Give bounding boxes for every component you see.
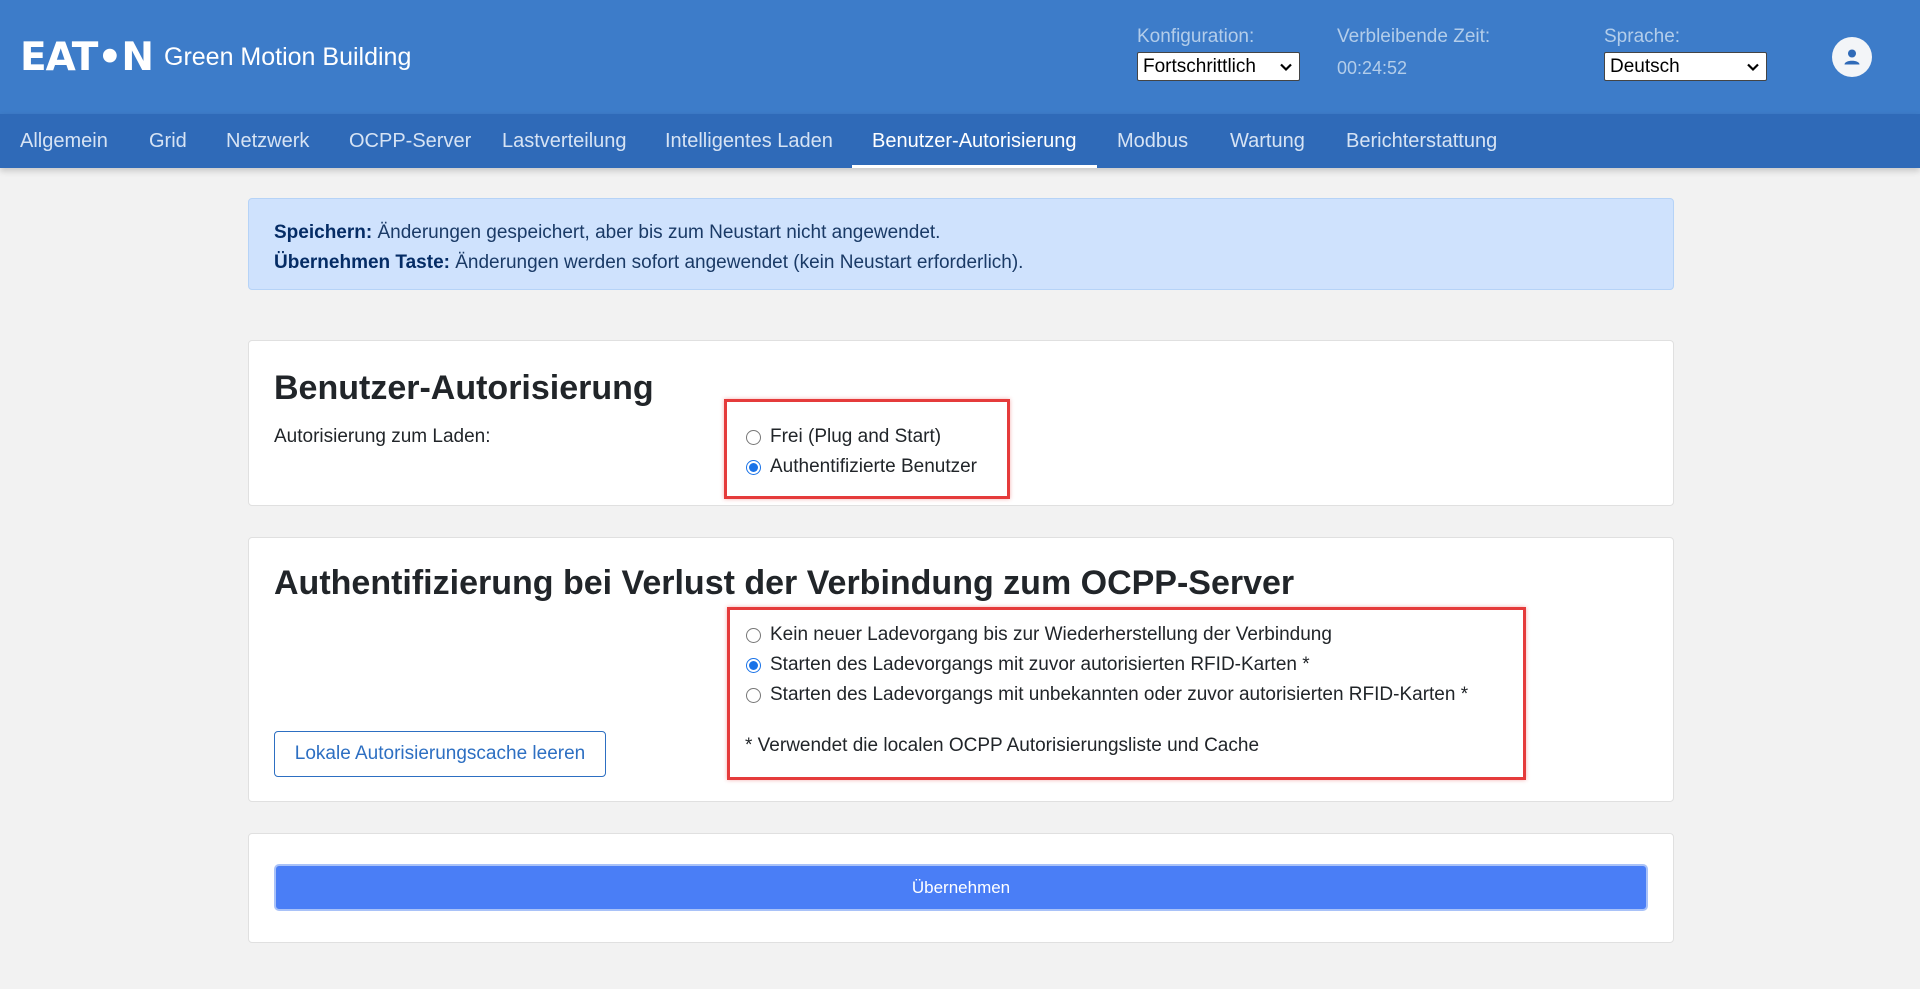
remaining-time-value: 00:24:52 xyxy=(1337,58,1408,78)
tab-grid[interactable]: Grid xyxy=(129,114,207,168)
configuration-select[interactable]: Fortschrittlich xyxy=(1137,52,1300,81)
radio-label: Frei (Plug and Start) xyxy=(770,426,942,447)
configuration-field: Konfiguration: Fortschrittlich xyxy=(1137,25,1300,81)
highlight-box xyxy=(724,399,1010,499)
radio-button-checked xyxy=(746,459,761,475)
user-authorization-title: Benutzer-Autorisierung xyxy=(274,369,654,407)
alert-save-line: Speichern: Änderungen gespeichert, aber … xyxy=(274,218,1648,248)
radio-no-new-charging[interactable]: Kein neuer Ladevorgang bis zur Wiederher… xyxy=(746,623,1332,647)
radio-label: Kein neuer Ladevorgang bis zur Wiederher… xyxy=(770,624,1332,645)
charging-authorization-label: Autorisierung zum Laden: xyxy=(274,426,491,447)
tab-modbus[interactable]: Modbus xyxy=(1097,114,1208,168)
radio-free-plug-and-start[interactable]: Frei (Plug and Start) xyxy=(746,425,941,449)
tab-berichterstattung[interactable]: Berichterstattung xyxy=(1326,114,1517,168)
app-title: Green Motion Building xyxy=(164,43,412,71)
language-select-value: Deutsch xyxy=(1610,55,1680,77)
top-header: EAT•N Green Motion Building Konfiguratio… xyxy=(0,0,1920,114)
remaining-time-label: Verbleibende Zeit: xyxy=(1337,26,1491,47)
chevron-down-icon xyxy=(1280,63,1292,71)
main-nav: Allgemein Grid Netzwerk OCPP-Server Last… xyxy=(0,114,1920,168)
user-avatar-button[interactable] xyxy=(1832,37,1872,77)
info-alert: Speichern: Änderungen gespeichert, aber … xyxy=(248,198,1674,290)
authorization-cache-note: * Verwendet die localen OCPP Autorisieru… xyxy=(745,735,1260,756)
radio-button xyxy=(746,687,761,703)
alert-apply-bold: Übernehmen Taste: xyxy=(274,252,450,273)
offline-authentication-title: Authentifizierung bei Verlust der Verbin… xyxy=(274,564,1295,602)
tab-ocpp-server[interactable]: OCPP-Server xyxy=(329,114,491,168)
chevron-down-icon xyxy=(1747,63,1759,71)
alert-save-bold: Speichern: xyxy=(274,222,373,243)
tab-benutzer-autorisierung[interactable]: Benutzer-Autorisierung xyxy=(852,114,1097,168)
radio-previously-authorized-rfid[interactable]: Starten des Ladevorgangs mit zuvor autor… xyxy=(746,653,1310,677)
tab-lastverteilung[interactable]: Lastverteilung xyxy=(482,114,647,168)
alert-save-text: Änderungen gespeichert, aber bis zum Neu… xyxy=(372,222,941,243)
apply-button[interactable]: Übernehmen xyxy=(274,864,1648,911)
radio-button-checked xyxy=(746,657,761,673)
language-field: Sprache: Deutsch xyxy=(1604,25,1767,81)
remaining-time-field: Verbleibende Zeit: 00:24:52 xyxy=(1337,25,1490,79)
tab-intelligentes-laden[interactable]: Intelligentes Laden xyxy=(645,114,853,168)
radio-unknown-or-authorized-rfid[interactable]: Starten des Ladevorgangs mit unbekannten… xyxy=(746,683,1468,707)
configuration-select-value: Fortschrittlich xyxy=(1143,55,1256,77)
offline-authentication-card: Authentifizierung bei Verlust der Verbin… xyxy=(248,537,1674,802)
logo-text: EAT•N xyxy=(20,35,154,80)
tab-netzwerk[interactable]: Netzwerk xyxy=(206,114,329,168)
eaton-logo: EAT•N xyxy=(20,35,154,80)
radio-label: Starten des Ladevorgangs mit unbekannten… xyxy=(770,684,1469,705)
alert-apply-text: Änderungen werden sofort angewendet (kei… xyxy=(449,252,1024,273)
configuration-label: Konfiguration: xyxy=(1137,26,1255,47)
clear-auth-cache-button[interactable]: Lokale Autorisierungscache leeren xyxy=(274,731,606,777)
radio-label: Authentifizierte Benutzer xyxy=(770,456,978,477)
user-authorization-card: Benutzer-Autorisierung Autorisierung zum… xyxy=(248,340,1674,506)
language-label: Sprache: xyxy=(1604,26,1681,47)
radio-authenticated-users[interactable]: Authentifizierte Benutzer xyxy=(746,455,977,479)
user-icon xyxy=(1844,49,1860,65)
language-select[interactable]: Deutsch xyxy=(1604,52,1767,81)
radio-button xyxy=(746,627,761,643)
tab-wartung[interactable]: Wartung xyxy=(1210,114,1325,168)
apply-card: Übernehmen xyxy=(248,833,1674,943)
radio-label: Starten des Ladevorgangs mit zuvor autor… xyxy=(770,654,1310,675)
tab-allgemein[interactable]: Allgemein xyxy=(0,114,128,168)
alert-apply-line: Übernehmen Taste: Änderungen werden sofo… xyxy=(274,248,1648,278)
radio-button xyxy=(746,429,761,445)
